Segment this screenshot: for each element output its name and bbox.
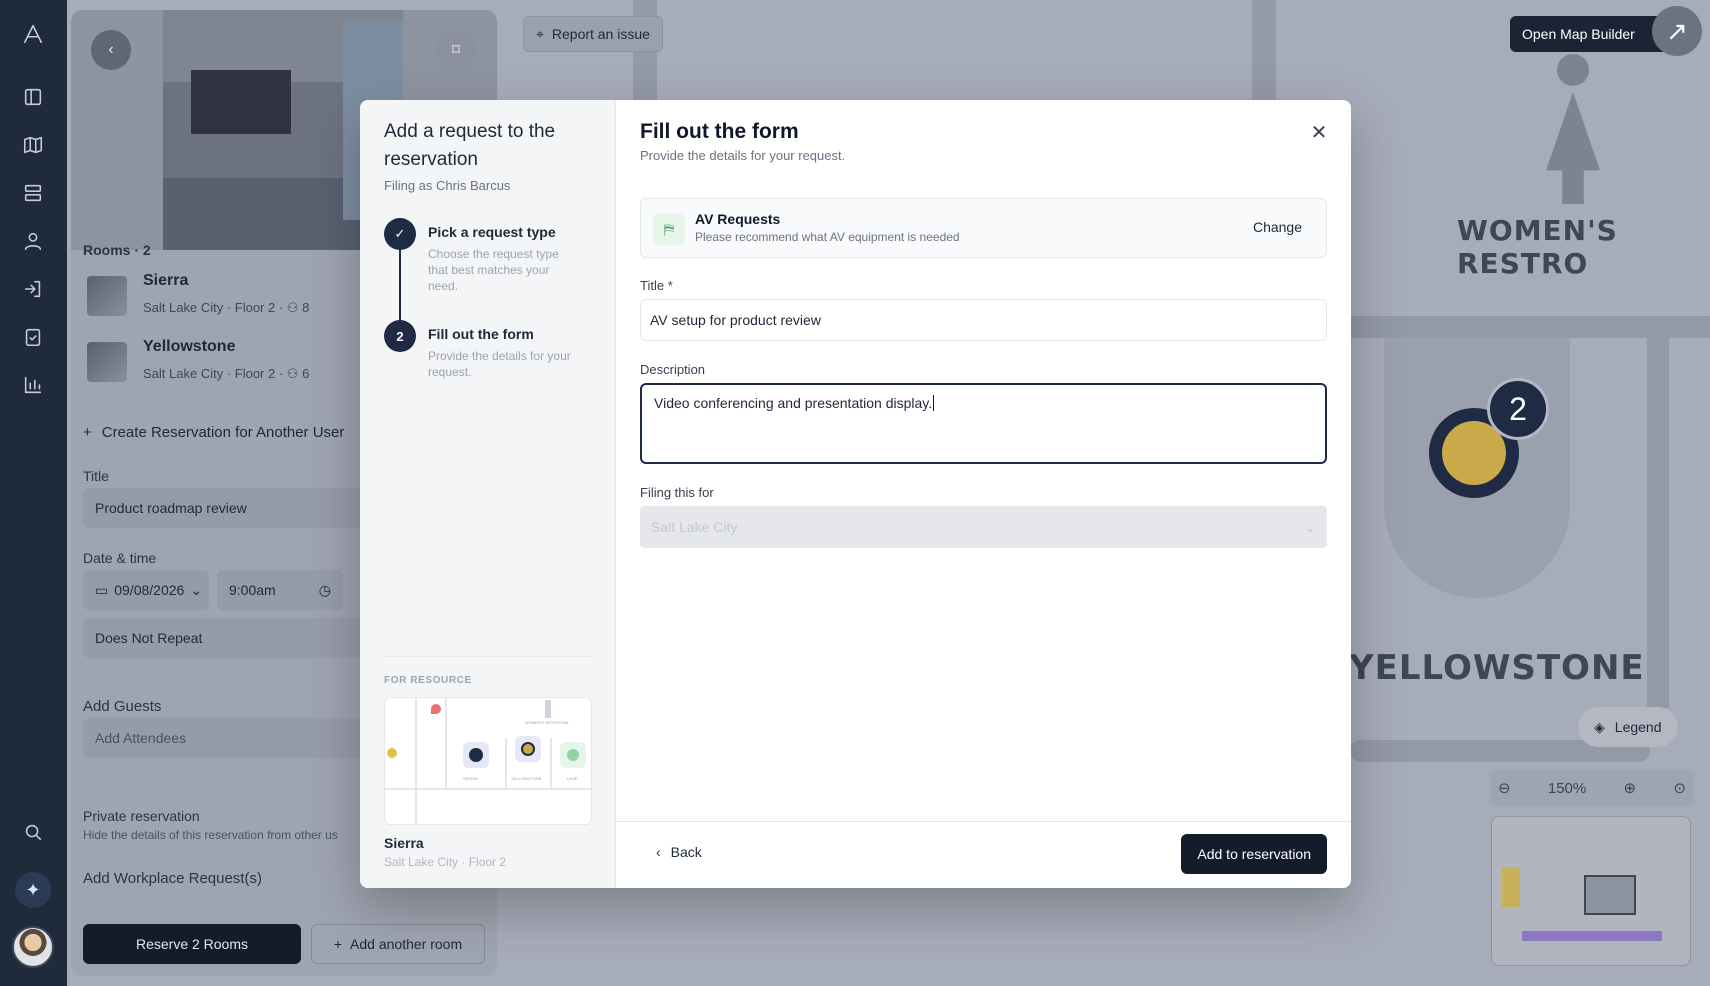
plus-icon: + — [83, 424, 92, 441]
calendar-icon: ▭ — [95, 581, 109, 598]
people-icon: ⚇ — [286, 366, 299, 381]
room-thumbnail — [87, 276, 127, 316]
request-title-input[interactable]: AV setup for product review — [640, 299, 1327, 341]
clock-icon: ◷ — [318, 581, 331, 598]
chevron-down-icon: ⌄ — [190, 581, 203, 598]
logo-icon[interactable] — [19, 20, 47, 48]
change-type-button[interactable]: Change — [1253, 219, 1302, 235]
legend-button[interactable]: ◈ Legend — [1578, 707, 1678, 747]
left-rail: ✦ — [0, 0, 67, 986]
chart-icon[interactable] — [19, 371, 47, 399]
minimap[interactable] — [1491, 816, 1691, 966]
time-picker[interactable]: 9:00am ◷ — [217, 570, 343, 610]
rooms-header: Rooms · 2 — [83, 242, 151, 258]
filing-for-select: Salt Lake City ⌄ — [640, 506, 1327, 548]
bookmark-icon[interactable]: ⌑ — [436, 30, 476, 70]
description-textarea[interactable]: Video conferencing and presentation disp… — [640, 383, 1327, 464]
add-to-reservation-button[interactable]: Add to reservation — [1181, 834, 1327, 874]
request-type-card: ⛿ AV Requests Please recommend what AV e… — [640, 198, 1327, 258]
recenter-icon[interactable]: ⊙ — [1673, 779, 1686, 797]
map-icon[interactable] — [19, 131, 47, 159]
sign-in-icon[interactable] — [19, 275, 47, 303]
book-icon[interactable] — [19, 83, 47, 111]
expand-icon[interactable]: ↗ — [1652, 6, 1702, 56]
chevron-left-icon: ‹ — [656, 844, 661, 860]
panel-back-icon[interactable]: ‹ — [91, 30, 131, 70]
av-icon: ⛿ — [653, 213, 685, 245]
zoom-out-icon[interactable]: ⊖ — [1498, 779, 1511, 797]
report-issue-button[interactable]: ⌖ Report an issue — [523, 16, 663, 52]
people-icon: ⚇ — [286, 300, 299, 315]
pin-icon: ⌖ — [536, 25, 544, 42]
resource-name: Sierra — [384, 835, 424, 851]
zoom-in-icon[interactable]: ⊕ — [1624, 779, 1637, 797]
filing-for-label: Filing this for — [640, 485, 714, 500]
clipboard-icon[interactable] — [19, 323, 47, 351]
resource-map-thumbnail: SIERRA YELLOWSTONE DIXIE WOMEN'S RESTROO… — [384, 697, 592, 825]
marker-count-badge: 2 — [1487, 378, 1549, 440]
plus-icon: + — [333, 936, 343, 952]
ai-assistant-icon[interactable]: ✦ — [15, 872, 51, 908]
desk-icon[interactable] — [19, 179, 47, 207]
modal-sidebar: Add a request to the reservation Filing … — [360, 100, 616, 888]
add-another-room-button[interactable]: + Add another room — [311, 924, 485, 964]
resource-meta: Salt Lake City · Floor 2 — [384, 855, 507, 869]
chevron-down-icon: ⌄ — [1304, 518, 1316, 535]
step-connector — [399, 250, 401, 320]
description-label: Description — [640, 362, 706, 377]
womens-restroom-label: WOMEN'S RESTRO — [1457, 214, 1618, 280]
zoom-controls: ⊖ 150% ⊕ ⊙ — [1490, 770, 1694, 806]
for-resource: FOR RESOURCE SIERRA YELLOWSTONE DIXIE WO… — [384, 656, 592, 869]
form-subheading: Provide the details for your request. — [640, 148, 846, 163]
modal-side-title: Add a request to the reservation — [384, 121, 556, 170]
user-icon[interactable] — [19, 227, 47, 255]
filing-as: Filing as Chris Barcus — [384, 178, 511, 193]
close-icon[interactable]: ✕ — [1307, 120, 1331, 144]
reserve-rooms-button[interactable]: Reserve 2 Rooms — [83, 924, 301, 964]
modal-footer: ‹ Back Add to reservation — [616, 821, 1351, 888]
check-icon: ✓ — [384, 218, 416, 250]
title-label: Title * — [640, 278, 673, 293]
create-for-other-button[interactable]: + Create Reservation for Another User — [83, 424, 344, 441]
date-picker[interactable]: ▭ 09/08/2026 ⌄ — [83, 570, 209, 610]
search-icon[interactable] — [19, 818, 47, 846]
room-thumbnail — [87, 342, 127, 382]
request-modal: Add a request to the reservation Filing … — [360, 100, 1351, 888]
restroom-figure-icon — [1546, 54, 1600, 204]
layers-icon: ◈ — [1594, 718, 1605, 735]
back-button[interactable]: ‹ Back — [656, 844, 702, 860]
modal-form: Fill out the form Provide the details fo… — [616, 100, 1351, 888]
yellowstone-label: YELLOWSTONE — [1349, 648, 1645, 688]
zoom-level: 150% — [1547, 779, 1587, 797]
avatar[interactable] — [12, 926, 54, 968]
form-heading: Fill out the form — [640, 120, 799, 143]
